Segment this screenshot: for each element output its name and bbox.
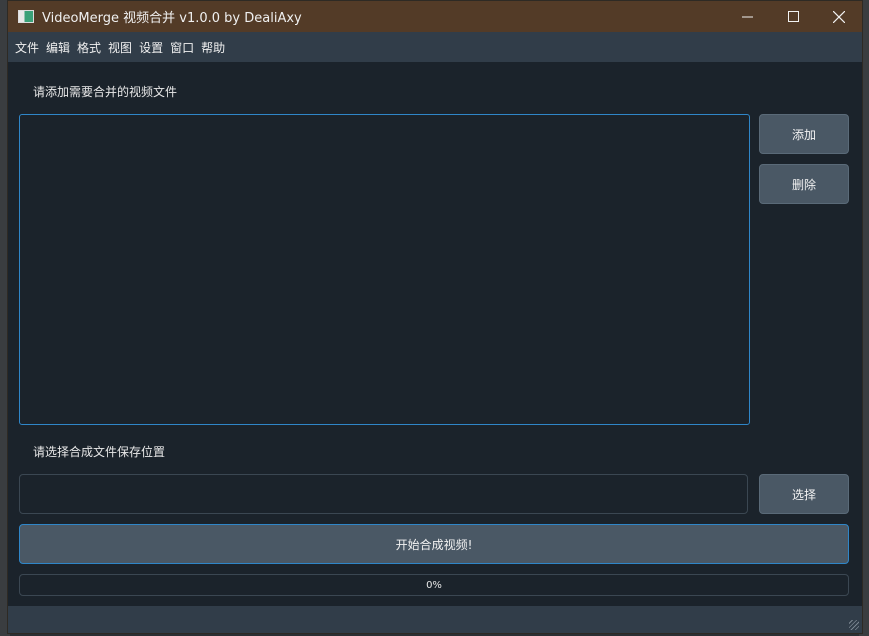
menu-window[interactable]: 窗口	[170, 39, 194, 56]
title-bar[interactable]: VideoMerge 视频合并 v1.0.0 by DealiAxy	[8, 1, 862, 32]
window-controls	[724, 1, 862, 32]
window-title: VideoMerge 视频合并 v1.0.0 by DealiAxy	[42, 11, 302, 26]
app-icon	[18, 10, 34, 23]
menu-view[interactable]: 视图	[108, 39, 132, 56]
maximize-button[interactable]	[770, 1, 816, 32]
menu-edit[interactable]: 编辑	[46, 39, 70, 56]
maximize-icon	[787, 11, 799, 22]
status-bar	[8, 606, 862, 633]
save-location-label: 请选择合成文件保存位置	[33, 445, 166, 459]
save-path-input[interactable]	[19, 474, 748, 514]
progress-bar: 0%	[19, 574, 849, 596]
menu-bar: 文件 编辑 格式 视图 设置 窗口 帮助	[8, 32, 862, 62]
add-files-label: 请添加需要合并的视频文件	[33, 85, 178, 99]
video-file-list[interactable]	[19, 114, 750, 425]
progress-text: 0%	[426, 579, 442, 591]
menu-help[interactable]: 帮助	[201, 39, 225, 56]
minimize-icon	[741, 16, 753, 18]
add-button[interactable]: 添加	[759, 114, 849, 154]
select-button[interactable]: 选择	[759, 474, 849, 514]
menu-settings[interactable]: 设置	[139, 39, 163, 56]
close-button[interactable]	[816, 1, 862, 32]
start-merge-button[interactable]: 开始合成视频!	[19, 524, 849, 564]
app-window: VideoMerge 视频合并 v1.0.0 by DealiAxy 文件 编辑…	[7, 0, 863, 634]
close-icon	[833, 10, 845, 23]
minimize-button[interactable]	[724, 1, 770, 32]
menu-format[interactable]: 格式	[77, 39, 101, 56]
resize-grip-icon[interactable]	[849, 620, 859, 630]
menu-file[interactable]: 文件	[15, 39, 39, 56]
delete-button[interactable]: 删除	[759, 164, 849, 204]
